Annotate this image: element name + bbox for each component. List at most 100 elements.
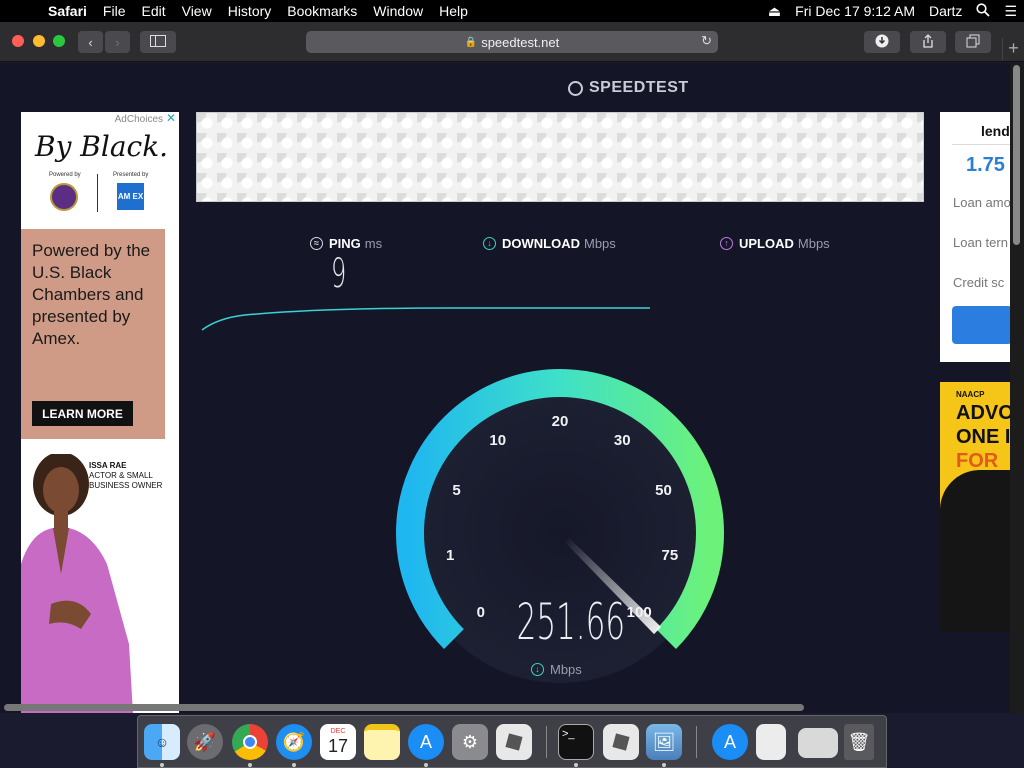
naacp-photo xyxy=(940,470,1010,632)
new-tab-button[interactable]: + xyxy=(1002,38,1024,60)
gauge-tick-label: 75 xyxy=(662,547,679,564)
spotlight-search-icon[interactable] xyxy=(969,2,997,20)
naacp-line-1: ADVO xyxy=(956,402,1010,424)
gauge-tick-label: 5 xyxy=(452,482,460,499)
right-ad-lender[interactable]: lend 1.75 Loan amo Loan tern Credit sc xyxy=(940,112,1010,362)
ad-divider xyxy=(97,174,98,212)
lender-submit-button[interactable] xyxy=(952,306,1010,344)
speedtest-logo-text: SPEEDTEST xyxy=(589,79,689,96)
eject-icon[interactable]: ⏏ xyxy=(761,3,788,20)
calendar-day: 17 xyxy=(327,736,349,756)
lender-divider xyxy=(952,144,1010,145)
launchpad-icon[interactable]: 🚀 xyxy=(187,724,223,760)
naacp-label: NAACP xyxy=(956,390,985,399)
roblox-studio-icon[interactable] xyxy=(603,724,639,760)
system-preferences-icon[interactable]: ⚙ xyxy=(452,724,488,760)
ad-close-icon[interactable]: ✕ xyxy=(165,112,177,124)
right-ad-naacp[interactable]: NAACP ADVO ONE I FOR V xyxy=(940,382,1010,632)
plus-icon: + xyxy=(1008,38,1019,58)
vertical-scrollbar[interactable] xyxy=(1010,63,1024,713)
calendar-icon[interactable]: DEC 17 xyxy=(320,724,356,760)
chevron-left-icon: ‹ xyxy=(88,34,93,50)
menu-edit[interactable]: Edit xyxy=(133,3,173,19)
finder-icon[interactable]: ☺ xyxy=(144,724,180,760)
download-icon xyxy=(875,34,889,51)
loan-term-field[interactable]: Loan tern xyxy=(953,235,1008,250)
forward-button[interactable]: › xyxy=(105,31,130,53)
safari-running-dot xyxy=(292,763,296,767)
trash-icon[interactable]: 🗑 xyxy=(844,724,874,760)
menu-bookmarks[interactable]: Bookmarks xyxy=(279,3,365,19)
menu-file[interactable]: File xyxy=(95,3,134,19)
app-store-icon[interactable]: A xyxy=(408,724,444,760)
app-store-running-dot xyxy=(424,763,428,767)
gauge-tick-label: 30 xyxy=(614,432,631,449)
back-button[interactable]: ‹ xyxy=(78,31,103,53)
control-center-icon[interactable]: ☰ xyxy=(997,3,1024,20)
adchoices-label[interactable]: AdChoices xyxy=(115,114,163,125)
dock-separator-2 xyxy=(696,726,697,758)
roblox-icon[interactable] xyxy=(496,724,532,760)
learn-more-button[interactable]: LEARN MORE xyxy=(32,401,133,426)
menubar-clock[interactable]: Fri Dec 17 9:12 AM xyxy=(788,3,922,19)
reload-icon[interactable]: ↻ xyxy=(701,33,712,49)
safari-icon[interactable]: 🧭 xyxy=(276,724,312,760)
gauge-tick-label: 1 xyxy=(446,547,454,564)
dock-separator xyxy=(546,726,547,758)
share-icon xyxy=(922,33,934,51)
share-button[interactable] xyxy=(910,31,946,53)
speedtest-logo[interactable]: SPEEDTEST xyxy=(568,79,689,97)
gauge-speed-value: 251.66 xyxy=(516,593,626,651)
menu-view[interactable]: View xyxy=(174,3,220,19)
chrome-icon[interactable] xyxy=(232,724,268,760)
dock: ☺ 🚀 🧭 DEC 17 A ⚙ >_ 🖼 A 🗑 xyxy=(137,715,887,768)
gauge-download-icon: ↓ xyxy=(531,663,544,676)
sidebar-icon xyxy=(150,34,166,50)
ping-label-text: PING xyxy=(329,236,361,251)
app-store-2-icon[interactable]: A xyxy=(712,724,748,760)
preview-icon[interactable]: 🖼 xyxy=(646,724,682,760)
lender-rate: 1.75 xyxy=(966,154,1005,176)
address-bar[interactable]: 🔒 speedtest.net ↻ xyxy=(306,31,718,53)
lock-icon: 🔒 xyxy=(464,36,478,48)
screenshot-icon[interactable] xyxy=(798,728,838,758)
downloads-button[interactable] xyxy=(864,31,900,53)
minimize-window-button[interactable] xyxy=(33,35,45,47)
left-ad[interactable]: AdChoices ✕ By Black. Powered by Present… xyxy=(21,112,179,713)
menubar-user[interactable]: Dartz xyxy=(922,3,969,19)
us-black-chambers-logo xyxy=(50,183,78,211)
gauge-tick-label: 100 xyxy=(627,604,652,621)
chrome-running-dot xyxy=(248,763,252,767)
menu-help[interactable]: Help xyxy=(431,3,476,19)
top-banner-ad[interactable] xyxy=(196,112,924,202)
notes-icon[interactable] xyxy=(364,724,400,760)
speed-gauge: 0 1 5 10 20 30 50 75 100 xyxy=(396,369,724,683)
download-label-text: DOWNLOAD xyxy=(502,236,580,251)
download-speed-graph xyxy=(201,307,650,331)
sidebar-toggle-button[interactable] xyxy=(140,31,176,53)
zoom-window-button[interactable] xyxy=(53,35,65,47)
menu-app-name[interactable]: Safari xyxy=(40,3,95,19)
menu-window[interactable]: Window xyxy=(365,3,431,19)
address-bar-url: speedtest.net xyxy=(481,34,560,50)
terminal-running-dot xyxy=(574,763,578,767)
menu-bar: Safari File Edit View History Bookmarks … xyxy=(0,0,1024,22)
download-arrow-icon: ↓ xyxy=(483,237,496,250)
file-icon[interactable] xyxy=(756,724,786,760)
lender-brand: lend xyxy=(981,123,1010,139)
horizontal-scrollbar[interactable] xyxy=(4,704,804,711)
upload-label: ↑ UPLOAD Mbps xyxy=(720,236,830,251)
upload-unit: Mbps xyxy=(797,236,830,251)
download-label: ↓ DOWNLOAD Mbps xyxy=(483,236,616,251)
naacp-line-2: ONE I xyxy=(956,426,1010,448)
close-window-button[interactable] xyxy=(12,35,24,47)
upload-arrow-icon: ↑ xyxy=(720,237,733,250)
loan-amount-field[interactable]: Loan amo xyxy=(953,195,1010,210)
ad-message-panel: Powered by the U.S. Black Chambers and p… xyxy=(21,229,165,439)
vertical-scroll-thumb[interactable] xyxy=(1013,65,1020,245)
tab-overview-button[interactable] xyxy=(955,31,991,53)
credit-score-field[interactable]: Credit sc xyxy=(953,275,1004,290)
menu-history[interactable]: History xyxy=(220,3,280,19)
terminal-icon[interactable]: >_ xyxy=(558,724,594,760)
calendar-month: DEC xyxy=(330,728,346,735)
